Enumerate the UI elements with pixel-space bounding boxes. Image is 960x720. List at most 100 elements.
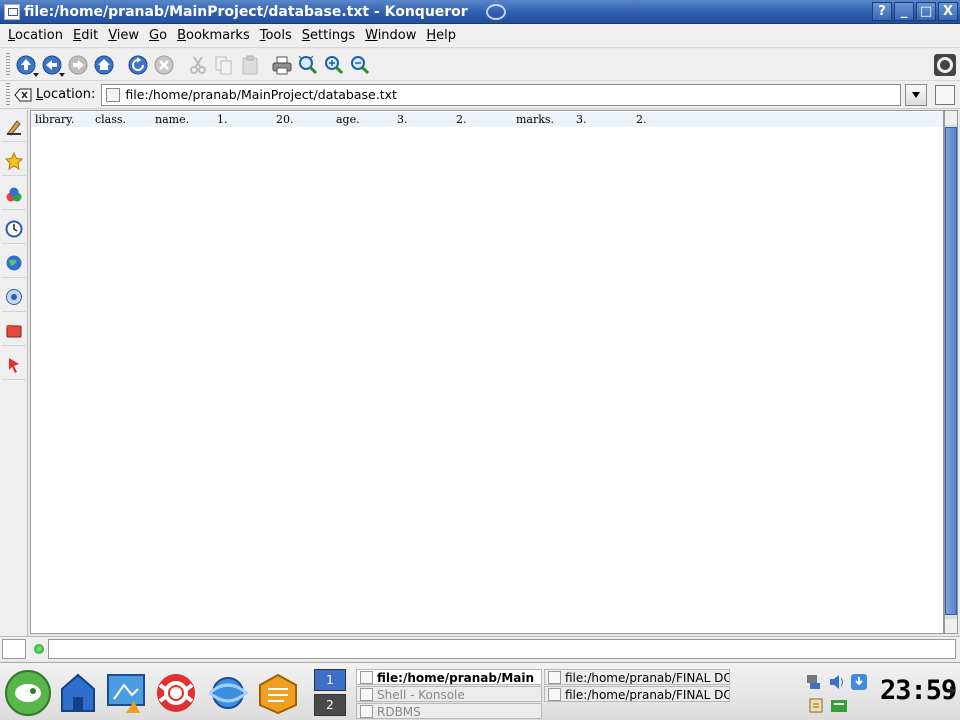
- forward-button[interactable]: [66, 53, 90, 77]
- home-folder-icon: [6, 324, 22, 337]
- konqueror-app-icon[interactable]: [4, 3, 20, 20]
- klipper-tray-icon[interactable]: [808, 697, 824, 713]
- up-button[interactable]: [14, 53, 39, 77]
- sidebar-root-folder-button[interactable]: [2, 282, 26, 312]
- menu-go-accel: G: [149, 28, 160, 43]
- menu-settings-label: ettings: [310, 28, 356, 43]
- location-toolbar-grip[interactable]: [6, 82, 10, 107]
- print-icon: [272, 56, 292, 74]
- menu-location-accel: L: [8, 28, 16, 43]
- help-launcher-icon[interactable]: [154, 671, 198, 715]
- zoom-in-button[interactable]: [322, 53, 346, 77]
- print-button[interactable]: [270, 53, 294, 77]
- desktop-1-button[interactable]: 1: [314, 669, 346, 691]
- task-final-doc-1[interactable]: file:/home/pranab/FINAL DO: [544, 669, 730, 685]
- home-button[interactable]: [92, 53, 116, 77]
- menu-edit[interactable]: Edit: [69, 28, 102, 43]
- reload-icon: [128, 55, 148, 74]
- panel-hide-arrow-icon[interactable]: [950, 686, 956, 696]
- task-label: file:/home/pranab/FINAL DO: [565, 671, 730, 685]
- line-token: 3.: [397, 113, 408, 126]
- menu-help[interactable]: Help: [422, 28, 460, 43]
- title-bar[interactable]: file:/home/pranab/MainProject/database.t…: [0, 0, 960, 24]
- home-launcher-icon[interactable]: [56, 671, 100, 715]
- task-konsole[interactable]: Shell - Konsole: [356, 686, 542, 702]
- reload-button[interactable]: [126, 53, 150, 77]
- konsole-task-icon: [360, 688, 373, 701]
- sidebar-config-button[interactable]: [2, 112, 26, 142]
- task-label: file:/home/pranab/FINAL DO: [565, 688, 730, 702]
- location-label-accel: L: [36, 87, 44, 102]
- copy-button[interactable]: [212, 53, 236, 77]
- updater-tray-icon[interactable]: [850, 673, 868, 691]
- line-token: library.: [35, 113, 75, 126]
- network-icon: [6, 255, 22, 270]
- document-view[interactable]: library. class. name. 1. 20. age. 3. 2. …: [30, 110, 944, 634]
- menu-bookmarks[interactable]: Bookmarks: [173, 28, 254, 43]
- network-tray-icon[interactable]: [804, 673, 822, 691]
- back-button[interactable]: [40, 53, 65, 77]
- menu-tools[interactable]: Tools: [256, 28, 296, 43]
- vertical-scrollbar[interactable]: [944, 110, 958, 634]
- kde-swirl-icon: [485, 3, 506, 20]
- task-rdbms[interactable]: RDBMS: [356, 703, 542, 719]
- stop-button[interactable]: [152, 53, 176, 77]
- location-input[interactable]: file:/home/pranab/MainProject/database.t…: [101, 83, 902, 106]
- toolbar-grip[interactable]: [6, 52, 10, 77]
- clock[interactable]: 23:59: [880, 675, 957, 706]
- close-button[interactable]: X: [938, 2, 958, 21]
- menu-bookmarks-label: ookmarks: [186, 28, 250, 43]
- x-task-icon: [360, 705, 373, 718]
- menu-window[interactable]: Window: [361, 28, 420, 43]
- desktop-launcher-icon[interactable]: [104, 671, 148, 715]
- task-final-doc-2[interactable]: file:/home/pranab/FINAL DO: [544, 686, 730, 702]
- clear-location-icon[interactable]: [14, 87, 32, 103]
- text-file-icon: [106, 87, 121, 102]
- menu-tools-label: ools: [265, 28, 292, 43]
- go-button[interactable]: [935, 84, 956, 105]
- line-token: 1.: [217, 113, 228, 126]
- desktop-2-button[interactable]: 2: [314, 694, 346, 716]
- line-token: 3.: [576, 113, 587, 126]
- konqueror-task-icon: [360, 671, 373, 684]
- konqueror-launcher-icon[interactable]: [206, 671, 250, 715]
- location-dropdown-button[interactable]: [905, 83, 928, 106]
- help-window-button[interactable]: ?: [872, 2, 892, 21]
- menu-location-label: ocation: [15, 28, 63, 43]
- sidebar-history-button[interactable]: [2, 214, 26, 244]
- menu-settings[interactable]: Settings: [298, 28, 359, 43]
- paste-button[interactable]: [238, 53, 262, 77]
- volume-tray-icon[interactable]: [828, 673, 846, 691]
- sidebar-home-folder-button[interactable]: [2, 316, 26, 346]
- keyboard-tray-icon[interactable]: [830, 699, 848, 713]
- main-toolbar: [0, 49, 960, 81]
- sidebar-network-button[interactable]: [2, 248, 26, 278]
- home-icon: [94, 55, 114, 74]
- task-konqueror-main[interactable]: file:/home/pranab/Main: [356, 669, 542, 685]
- sidebar-bookmarks-button[interactable]: [2, 146, 26, 176]
- menu-help-accel: H: [426, 28, 437, 43]
- menu-location[interactable]: Location: [4, 28, 67, 43]
- menu-view-accel: V: [108, 28, 117, 43]
- sidebar-media-button[interactable]: [2, 350, 26, 380]
- up-dropdown-arrow[interactable]: [33, 72, 39, 77]
- sidebar-services-button[interactable]: [2, 180, 26, 210]
- suse-menu-icon[interactable]: [4, 669, 52, 717]
- office-launcher-icon[interactable]: [256, 671, 300, 715]
- menu-view[interactable]: View: [104, 28, 143, 43]
- scroll-thumb[interactable]: [945, 127, 957, 615]
- konqueror-task-icon: [548, 688, 561, 701]
- menu-go[interactable]: Go: [145, 28, 171, 43]
- scroll-up-arrow[interactable]: [945, 111, 957, 125]
- scroll-down-arrow[interactable]: [945, 619, 957, 633]
- back-dropdown-arrow[interactable]: [59, 72, 65, 77]
- task-label: RDBMS: [377, 705, 421, 719]
- cut-button[interactable]: [186, 53, 210, 77]
- minimize-button[interactable]: _: [894, 2, 914, 21]
- maximize-button[interactable]: □: [916, 2, 936, 21]
- zoom-button[interactable]: [296, 53, 320, 77]
- document-task-icon: [548, 671, 561, 684]
- menu-help-label: elp: [436, 28, 457, 43]
- zoom-out-button[interactable]: [348, 53, 372, 77]
- menu-go-label: o: [159, 28, 168, 43]
